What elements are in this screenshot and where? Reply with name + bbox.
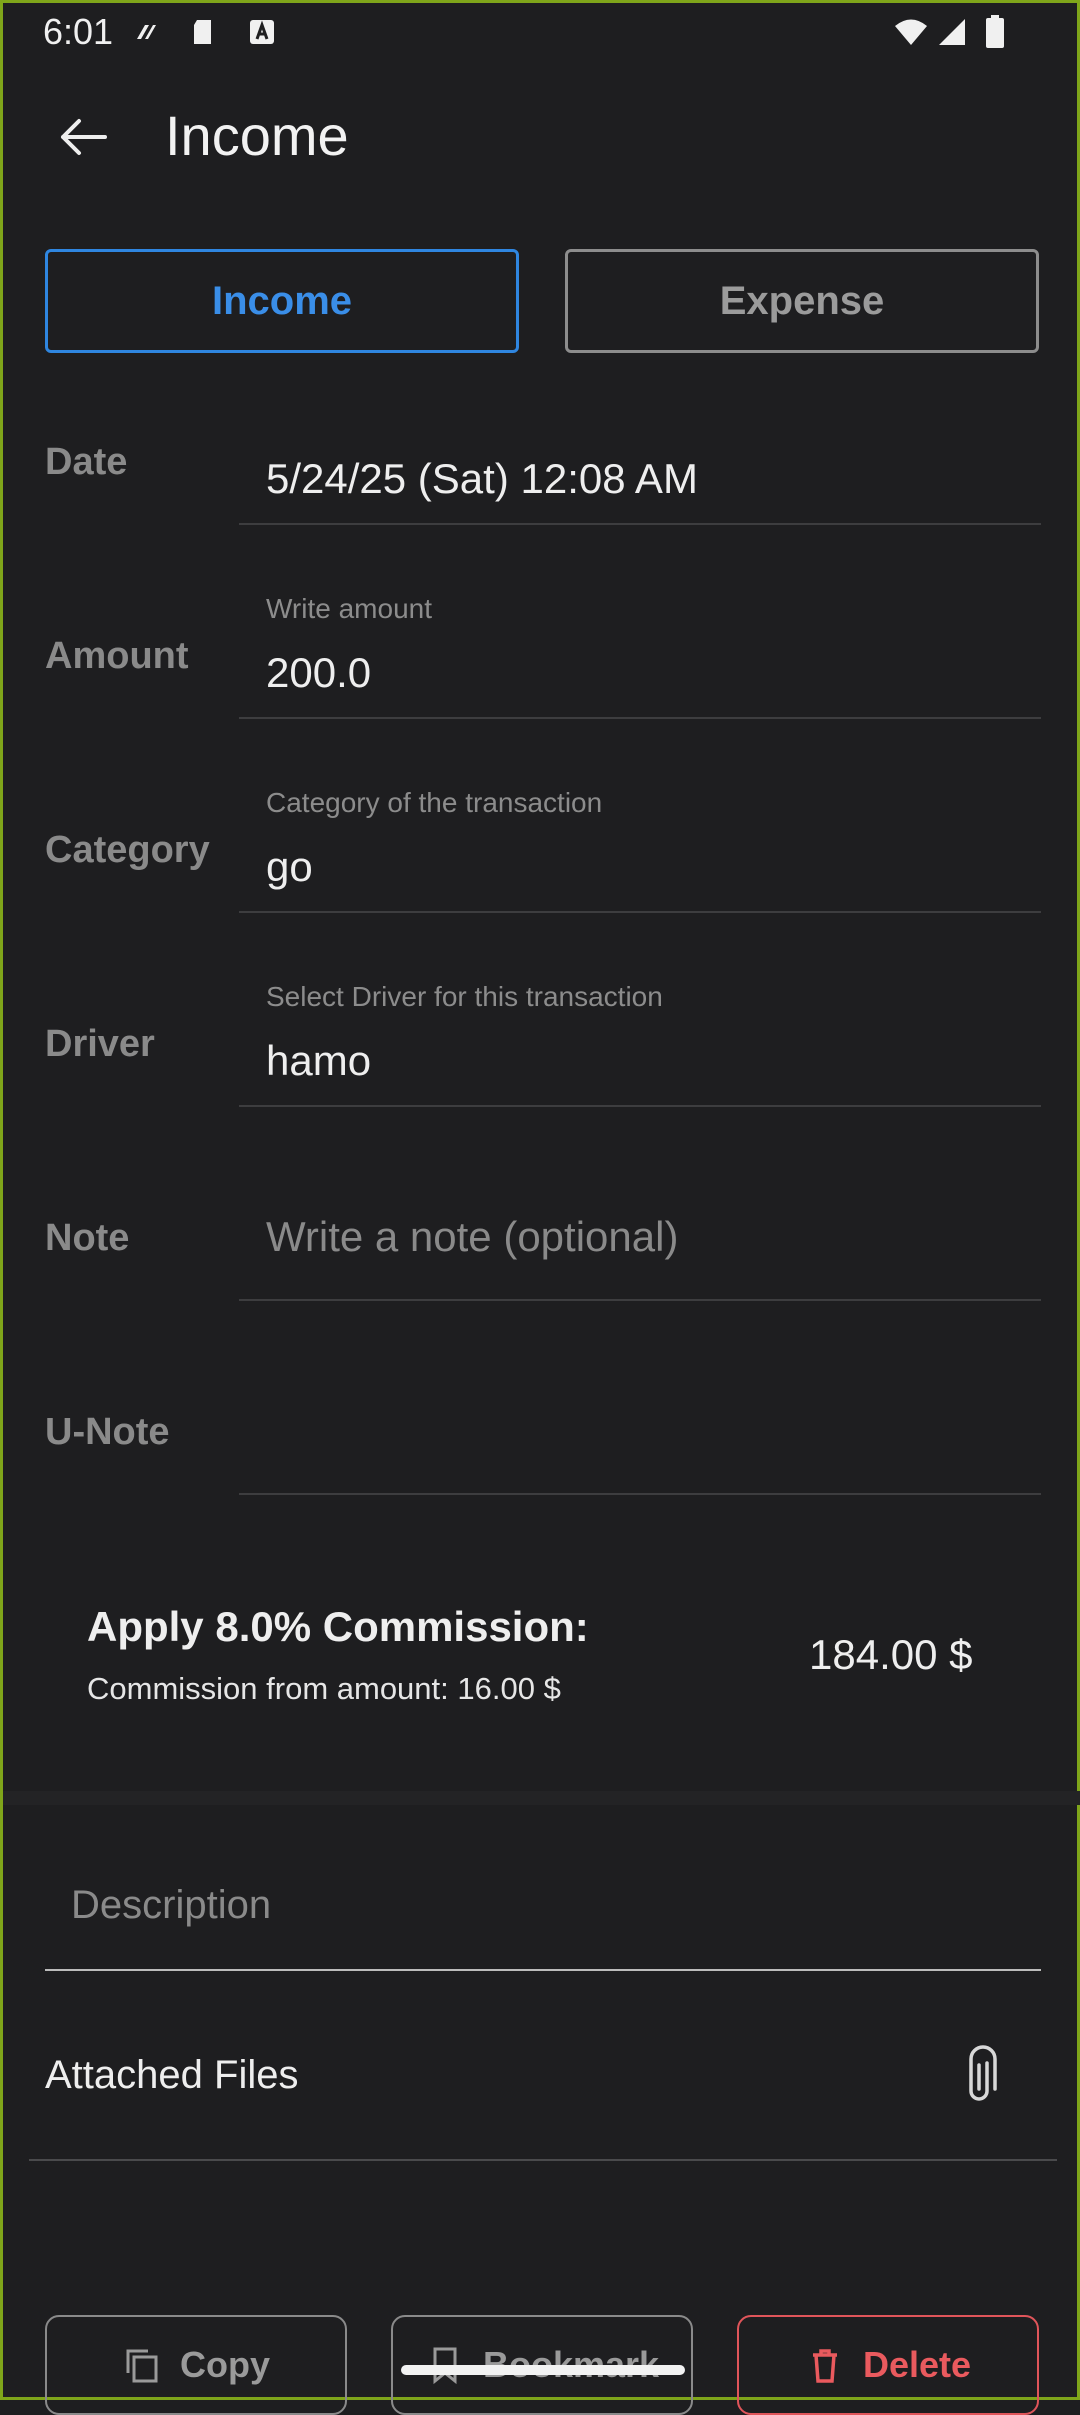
driver-value: hamo [266,1037,372,1084]
commission-subtitle: Commission from amount: 16.00 $ [87,1671,561,1706]
sd-card-icon [194,20,211,44]
delete-label: Delete [862,2344,972,2385]
font-a-icon [250,20,274,44]
category-value: go [266,843,313,890]
amount-label: Amount [45,635,189,677]
files-divider [29,2159,1057,2161]
category-hint: Category of the transaction [266,787,603,818]
note-label: Note [45,1217,130,1259]
amount-value: 200.0 [266,649,372,696]
date-value: 5/24/25 (Sat) 12:08 AM [266,455,698,502]
amount-hint: Write amount [266,593,432,624]
unote-label: U-Note [45,1411,170,1453]
attached-files-label: Attached Files [45,2053,299,2097]
trash-icon [812,2349,837,2383]
delete-button[interactable]: Delete [737,2315,1039,2415]
copy-icon [126,2349,158,2383]
page-title: Income [165,104,349,167]
income-toggle-button[interactable]: Income [45,249,519,353]
description-input[interactable]: Description [71,1883,271,1928]
paperclip-icon[interactable] [951,2045,1007,2109]
note-placeholder: Write a note (optional) [266,1213,679,1260]
commission-total: 184.00 $ [809,1631,973,1678]
unote-field[interactable] [239,1357,1041,1495]
gesture-nav-handle[interactable] [401,2365,685,2375]
signal-icon [939,19,965,45]
notification-icon [137,25,156,39]
commission-title[interactable]: Apply 8.0% Commission: [87,1603,589,1651]
back-arrow-icon[interactable] [55,107,115,167]
section-divider [3,1791,1080,1805]
status-time: 6:01 [43,11,114,52]
expense-toggle-button[interactable]: Expense [565,249,1039,353]
description-underline [45,1969,1041,1971]
driver-label: Driver [45,1023,155,1065]
driver-hint: Select Driver for this transaction [266,981,663,1012]
battery-icon [986,15,1004,48]
date-label: Date [45,441,128,483]
category-label: Category [45,829,210,871]
copy-label: Copy [180,2344,270,2385]
copy-button[interactable]: Copy [45,2315,347,2415]
wifi-icon [895,19,927,45]
